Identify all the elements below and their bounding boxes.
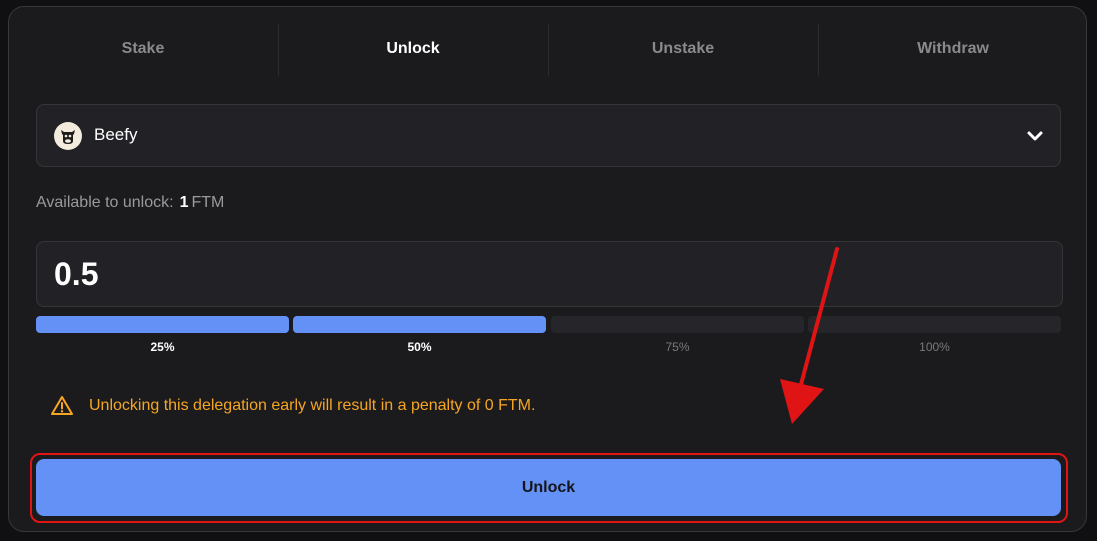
percent-label-75: 75% — [665, 340, 690, 354]
available-amount: 1 — [179, 194, 189, 211]
tab-unlock[interactable]: Unlock — [278, 24, 548, 76]
percent-label-25: 25% — [150, 340, 175, 354]
validator-name: Beefy — [94, 125, 138, 144]
percent-selector: 25% 50% 75% 100% — [36, 316, 1063, 356]
unlock-button[interactable]: Unlock — [36, 459, 1061, 516]
tab-withdraw[interactable]: Withdraw — [818, 24, 1088, 76]
percent-label-50: 50% — [407, 340, 432, 354]
available-label: Available to unlock: — [36, 194, 174, 211]
penalty-warning: Unlocking this delegation early will res… — [50, 394, 535, 418]
tab-withdraw-label: Withdraw — [917, 40, 989, 57]
percent-bar-100 — [808, 316, 1061, 333]
percent-option-100[interactable]: 100% — [808, 316, 1061, 356]
percent-bar-75 — [551, 316, 804, 333]
tab-unstake-label: Unstake — [651, 40, 715, 57]
tab-stake[interactable]: Stake — [8, 24, 278, 76]
available-unit: FTM — [191, 194, 225, 211]
tab-unlock-label: Unlock — [386, 40, 440, 57]
amount-field[interactable] — [36, 241, 1063, 307]
validator-select[interactable]: Beefy — [36, 104, 1061, 167]
percent-option-75[interactable]: 75% — [551, 316, 804, 356]
percent-bar-50 — [293, 316, 546, 333]
amount-input[interactable] — [54, 256, 954, 292]
chevron-down-icon[interactable] — [1026, 127, 1044, 145]
tab-bar: Stake Unlock Unstake Withdraw — [8, 24, 1088, 76]
tab-stake-label: Stake — [121, 40, 165, 57]
cow-logo-icon — [54, 122, 82, 150]
percent-option-25[interactable]: 25% — [36, 316, 289, 356]
percent-bar-25 — [36, 316, 289, 333]
percent-option-50[interactable]: 50% — [293, 316, 546, 356]
warning-triangle-icon — [51, 396, 73, 415]
tab-unstake[interactable]: Unstake — [548, 24, 818, 76]
percent-label-100: 100% — [919, 340, 950, 354]
available-to-unlock: Available to unlock: 1 FTM — [36, 194, 224, 212]
warning-text: Unlocking this delegation early will res… — [89, 397, 536, 414]
